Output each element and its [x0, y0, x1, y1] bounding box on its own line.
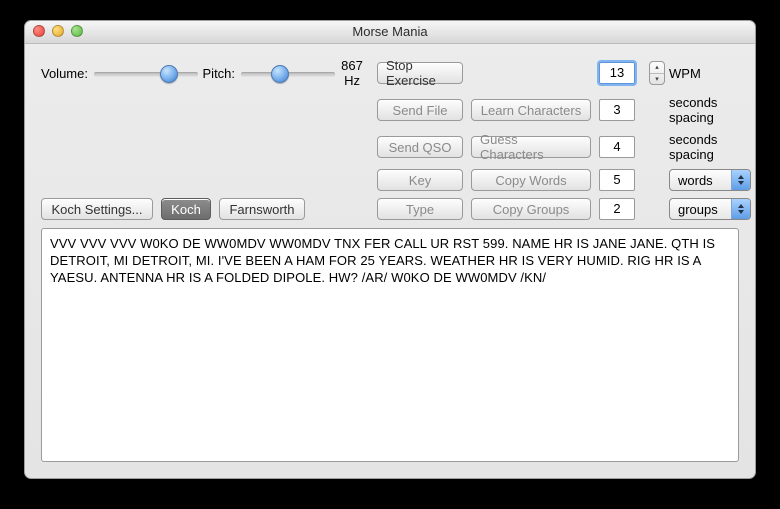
groups-unit-label: groups	[670, 202, 731, 217]
transcript-textarea[interactable]: VVV VVV VVV W0KO DE WW0MDV WW0MDV TNX FE…	[41, 228, 739, 462]
titlebar[interactable]: Morse Mania	[25, 21, 755, 44]
koch-row: Koch Settings... Koch Farnsworth	[41, 198, 369, 220]
type-button[interactable]: Type	[377, 198, 463, 220]
window-title: Morse Mania	[352, 24, 427, 39]
key-button[interactable]: Key	[377, 169, 463, 191]
dropdown-icon	[731, 199, 750, 219]
learn-spacing-field[interactable]: 3	[599, 99, 635, 121]
guess-characters-button[interactable]: Guess Characters	[471, 136, 591, 158]
stop-exercise-button[interactable]: Stop Exercise	[377, 62, 463, 84]
wpm-field[interactable]: 13	[599, 62, 635, 84]
pitch-label: Pitch:	[203, 66, 236, 81]
send-file-button[interactable]: Send File	[377, 99, 463, 121]
content-area: Volume: Pitch: 867 Hz Stop Exercise 13 ▴…	[25, 44, 755, 478]
zoom-icon[interactable]	[71, 25, 83, 37]
sliders-row: Volume: Pitch: 867 Hz	[41, 58, 369, 88]
words-unit-select[interactable]: words	[669, 169, 751, 191]
copy-groups-button[interactable]: Copy Groups	[471, 198, 591, 220]
dropdown-icon	[731, 170, 750, 190]
words-unit-label: words	[670, 173, 731, 188]
close-icon[interactable]	[33, 25, 45, 37]
traffic-lights	[33, 25, 83, 37]
app-window: Morse Mania Volume: Pitch: 867 Hz Stop E…	[24, 20, 756, 479]
controls-grid: Volume: Pitch: 867 Hz Stop Exercise 13 ▴…	[41, 58, 739, 220]
farnsworth-toggle[interactable]: Farnsworth	[219, 198, 305, 220]
groups-unit-select[interactable]: groups	[669, 198, 751, 220]
learn-spacing-suffix: seconds spacing	[669, 95, 751, 125]
pitch-readout: 867 Hz	[335, 58, 369, 88]
koch-settings-button[interactable]: Koch Settings...	[41, 198, 153, 220]
words-count-field[interactable]: 5	[599, 169, 635, 191]
koch-toggle[interactable]: Koch	[161, 198, 211, 220]
guess-spacing-suffix: seconds spacing	[669, 132, 751, 162]
volume-label: Volume:	[41, 66, 88, 81]
wpm-suffix: WPM	[669, 66, 751, 81]
wpm-stepper[interactable]: ▴▾	[649, 61, 665, 85]
send-qso-button[interactable]: Send QSO	[377, 136, 463, 158]
guess-spacing-field[interactable]: 4	[599, 136, 635, 158]
learn-characters-button[interactable]: Learn Characters	[471, 99, 591, 121]
copy-words-button[interactable]: Copy Words	[471, 169, 591, 191]
pitch-slider[interactable]	[241, 64, 335, 82]
groups-count-field[interactable]: 2	[599, 198, 635, 220]
minimize-icon[interactable]	[52, 25, 64, 37]
volume-slider[interactable]	[94, 64, 198, 82]
